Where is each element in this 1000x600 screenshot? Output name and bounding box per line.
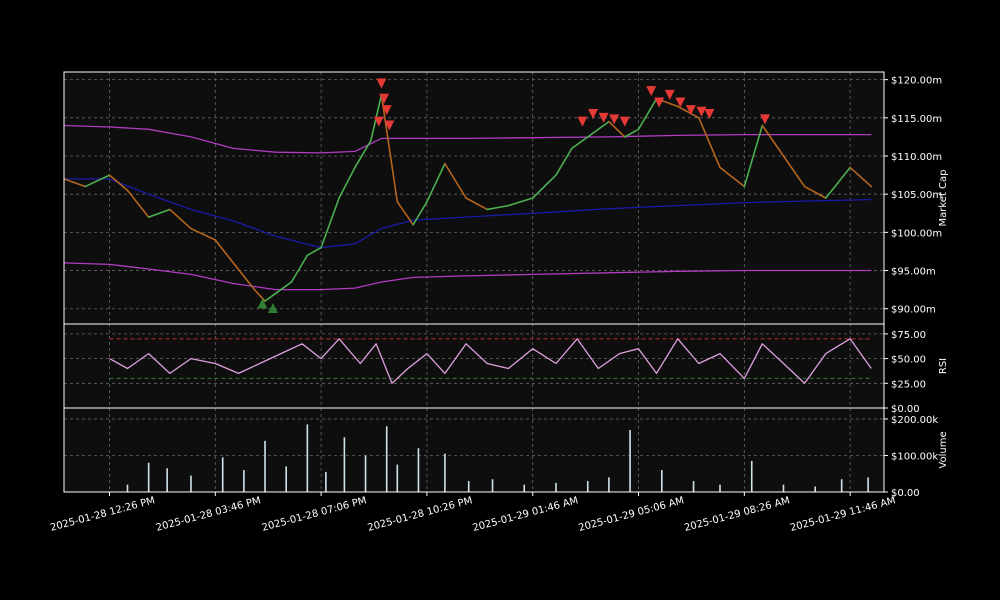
price-y-tick-label: $105.00m	[891, 190, 942, 201]
price-y-tick-label: $120.00m	[891, 76, 942, 87]
volume-bar	[364, 455, 367, 492]
price-y-tick-label: $95.00m	[891, 267, 936, 278]
volume-panel-background	[64, 408, 884, 492]
volume-bar	[190, 475, 192, 492]
volume-bar	[343, 437, 346, 492]
volume-bar	[840, 479, 843, 492]
volume-panel: $0.00 $100.00k $200.00kVolume 2025-01-28 12…	[49, 407, 949, 534]
volume-bar	[782, 484, 785, 492]
volume-bar	[467, 481, 470, 492]
x-tick-label: 2025-01-28 03:46 PM	[155, 495, 262, 534]
x-tick-label: 2025-01-28 07:06 PM	[261, 495, 368, 534]
volume-bar	[264, 440, 266, 492]
volume-bar	[166, 468, 168, 492]
price-y-axis-label: Market Cap	[938, 169, 949, 226]
price-y-tick-label: $115.00m	[891, 114, 942, 125]
x-tick-label: 2025-01-29 08:26 AM	[683, 495, 791, 534]
rsi-y-tick-label: $50.00	[891, 355, 926, 366]
volume-bar	[147, 462, 150, 492]
trading-chart: $90.00m $95.00m $100.00m $105.00m $110.00m $1…	[49, 71, 949, 534]
volume-bar	[385, 426, 388, 492]
volume-bar	[306, 424, 309, 492]
volume-bar	[396, 464, 399, 492]
x-tick-label: 2025-01-29 01:46 AM	[472, 495, 580, 534]
volume-y-tick-label: $0.00	[891, 488, 920, 499]
rsi-y-axis-label: RSI	[938, 358, 949, 374]
x-tick-label: 2025-01-28 10:26 PM	[367, 495, 474, 534]
volume-bar	[523, 484, 526, 492]
rsi-y-tick-label: $75.00	[891, 330, 926, 341]
price-panel-background	[64, 72, 884, 324]
price-y-tick-label: $110.00m	[891, 152, 942, 163]
volume-bar	[814, 486, 817, 492]
price-y-tick-label: $100.00m	[891, 228, 942, 239]
volume-y-tick-label: $100.00k	[891, 451, 938, 462]
x-tick-label: 2025-01-28 12:26 PM	[49, 495, 156, 534]
rsi-y-tick-label: $25.00	[891, 379, 926, 390]
volume-bar	[444, 453, 446, 492]
price-panel: $90.00m $95.00m $100.00m $105.00m $110.00m $1…	[63, 71, 949, 325]
volume-bar	[719, 484, 721, 492]
volume-bar	[555, 482, 557, 492]
price-y-tick-label: $90.00m	[891, 305, 936, 316]
volume-bar	[243, 470, 245, 492]
volume-bar	[692, 481, 695, 492]
volume-y-tick-label: $200.00k	[891, 415, 938, 426]
volume-y-axis-label: Volume	[938, 431, 949, 468]
rsi-y-tick-label: $0.00	[891, 404, 920, 415]
rsi-panel-background	[64, 324, 884, 408]
volume-bar	[325, 471, 327, 492]
x-tick-label: 2025-01-29 11:46 AM	[789, 495, 897, 534]
volume-bar	[491, 479, 494, 492]
volume-bar	[285, 466, 287, 492]
volume-bar	[126, 484, 129, 492]
volume-bar	[629, 429, 631, 492]
volume-bar	[417, 448, 420, 492]
volume-bar	[661, 470, 663, 492]
volume-bar	[586, 481, 589, 492]
volume-bar	[750, 460, 753, 492]
rsi-panel: $0.00 $25.00 $50.00 $75.00 RSI	[63, 323, 949, 415]
x-tick-label: 2025-01-29 05:06 AM	[577, 495, 685, 534]
volume-bar	[221, 457, 224, 492]
volume-bar	[867, 477, 869, 492]
volume-bar	[608, 477, 610, 492]
